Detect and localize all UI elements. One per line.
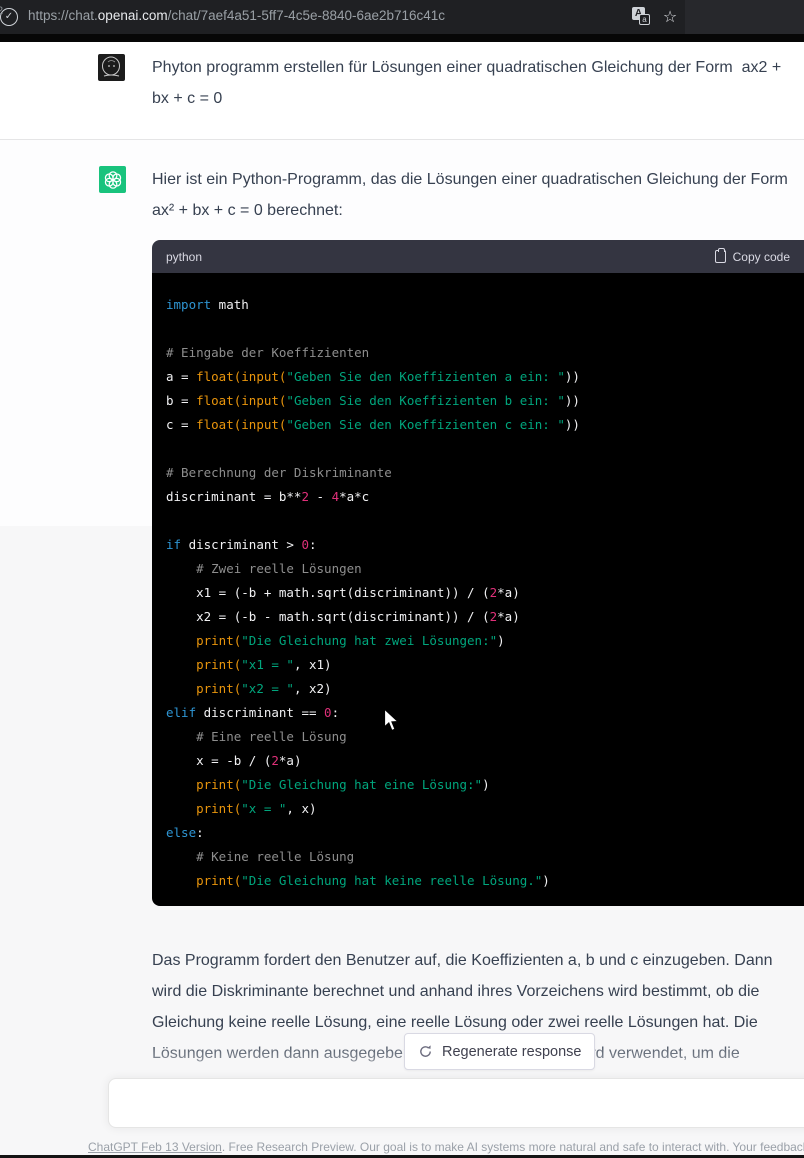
clipboard-icon [715, 250, 726, 263]
code-line: c = float(input("Geben Sie den Koeffizie… [166, 413, 804, 437]
regenerate-response-label: Regenerate response [442, 1044, 581, 1060]
version-link[interactable]: ChatGPT Feb 13 Version [88, 1140, 222, 1154]
footer-disclaimer: ChatGPT Feb 13 Version. Free Research Pr… [88, 1140, 804, 1154]
code-line: elif discriminant == 0: [166, 701, 804, 725]
code-line [166, 509, 804, 533]
user-avatar [98, 54, 125, 81]
code-line: x2 = (-b - math.sqrt(discriminant)) / (2… [166, 605, 804, 629]
code-line: # Zwei reelle Lösungen [166, 557, 804, 581]
url-domain: openai.com [98, 8, 168, 23]
footer-text: . Free Research Preview. Our goal is to … [222, 1140, 804, 1154]
user-message-text: Phyton programm erstellen für Lösungen e… [152, 52, 800, 114]
code-line [166, 437, 804, 461]
code-language-label: python [166, 250, 715, 264]
code-body: import math # Eingabe der Koeffizientena… [152, 273, 804, 906]
chatgpt-page: Phyton programm erstellen für Lösungen e… [0, 42, 804, 1155]
url-path: /chat/7aef4a51-5ff7-4c5e-8840-6ae2b716c4… [168, 8, 445, 23]
url-prefix: https://chat. [28, 8, 98, 23]
code-line: x1 = (-b + math.sqrt(discriminant)) / (2… [166, 581, 804, 605]
refresh-icon [418, 1044, 433, 1059]
code-line: if discriminant > 0: [166, 533, 804, 557]
browser-chrome-divider [0, 34, 804, 42]
code-line: print("x1 = ", x1) [166, 653, 804, 677]
copy-code-label: Copy code [733, 250, 790, 264]
code-line: print("x = ", x) [166, 797, 804, 821]
user-avatar-doodle [98, 54, 125, 81]
openai-logo-icon [103, 170, 123, 190]
url-text[interactable]: https://chat.openai.com/chat/7aef4a51-5f… [28, 8, 445, 23]
code-line: else: [166, 821, 804, 845]
code-block-header: python Copy code [152, 240, 804, 273]
screenshot-stage: 2 https://chat.openai.com/chat/7aef4a51-… [0, 0, 804, 1158]
code-line: print("Die Gleichung hat keine reelle Lö… [166, 869, 804, 893]
code-line: print("Die Gleichung hat eine Lösung:") [166, 773, 804, 797]
code-line: print("x2 = ", x2) [166, 677, 804, 701]
code-line: x = -b / (2*a) [166, 749, 804, 773]
star-bookmark-icon[interactable]: ☆ [660, 7, 680, 27]
code-line [166, 317, 804, 341]
code-line: # Keine reelle Lösung [166, 845, 804, 869]
cutoff-left-glyph: 2 [0, 5, 3, 17]
assistant-message-row: Hier ist ein Python-Programm, das die Lö… [0, 139, 804, 1155]
user-message-row: Phyton programm erstellen für Lösungen e… [0, 42, 804, 139]
browser-address-bar[interactable]: 2 https://chat.openai.com/chat/7aef4a51-… [0, 0, 804, 34]
chat-input[interactable] [108, 1078, 804, 1128]
code-line: print("Die Gleichung hat zwei Lösungen:"… [166, 629, 804, 653]
code-line: import math [166, 293, 804, 317]
code-line: discriminant = b**2 - 4*a*c [166, 485, 804, 509]
copy-code-button[interactable]: Copy code [715, 250, 790, 264]
code-line: a = float(input("Geben Sie den Koeffizie… [166, 365, 804, 389]
code-line: b = float(input("Geben Sie den Koeffizie… [166, 389, 804, 413]
code-line: # Eingabe der Koeffizienten [166, 341, 804, 365]
code-line: # Berechnung der Diskriminante [166, 461, 804, 485]
regenerate-response-button[interactable]: Regenerate response [404, 1033, 595, 1070]
assistant-intro-text: Hier ist ein Python-Programm, das die Lö… [152, 164, 800, 226]
code-block: python Copy code import math # Eingabe d… [152, 240, 804, 906]
code-line: # Eine reelle Lösung [166, 725, 804, 749]
translate-icon[interactable]: A a [632, 7, 652, 27]
chatgpt-avatar [99, 166, 126, 193]
